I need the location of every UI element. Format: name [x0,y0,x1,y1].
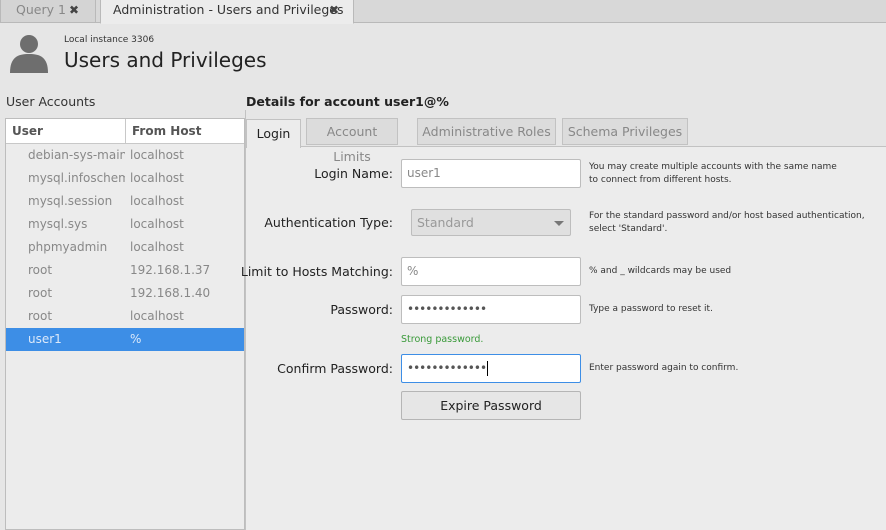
close-icon[interactable]: ✖ [329,0,339,20]
account-row[interactable]: mysql.session localhost [6,190,244,213]
account-host: localhost [130,171,184,185]
expire-password-button[interactable]: Expire Password [401,391,581,420]
auth-type-label: Authentication Type: [264,215,393,230]
tab-administration-users[interactable]: Administration - Users and Privileges ✖ [100,0,354,24]
account-host: % [130,332,142,346]
confirm-password-value: ••••••••••••• [407,361,487,375]
tab-query-1[interactable]: Query 1 ✖ [0,0,96,23]
account-row-selected[interactable]: user1% [6,328,244,351]
password-help: Type a password to reset it. [589,304,713,314]
confirm-password-help: Enter password again to confirm. [589,363,739,373]
auth-type-select[interactable]: Standard [411,209,571,236]
editor-tabbar: Query 1 ✖ Administration - Users and Pri… [0,0,886,24]
login-name-label: Login Name: [314,166,393,181]
password-strength: Strong password. [401,334,484,345]
account-row[interactable]: mysql.sys localhost [6,213,244,236]
confirm-password-label: Confirm Password: [277,361,393,376]
user-accounts-label: User Accounts [6,94,96,109]
hosts-help: % and _ wildcards may be used [589,266,732,276]
user-accounts-list[interactable]: User From Host debian-sys-maint localhost… [5,118,245,530]
account-user: mysql.infoschema [28,171,125,185]
account-user: debian-sys-maint [28,148,125,162]
account-user: root [28,286,53,300]
account-user: phpmyadmin [28,240,108,254]
auth-type-value: Standard [417,215,474,230]
text-caret [487,361,489,376]
user-accounts-header: User From Host [6,119,244,144]
login-name-help: You may create multiple accounts with th… [589,161,837,187]
login-name-help-line2: to connect from different hosts. [589,175,732,185]
tab-schema-privileges[interactable]: Schema Privileges [562,118,688,145]
account-details-title: Details for account user1@% [246,94,449,109]
account-host: localhost [130,217,184,231]
account-user: mysql.session [28,194,113,208]
account-host: 192.168.1.37 [130,263,211,277]
account-user: mysql.sys [28,217,88,231]
account-row[interactable]: root localhost [6,305,244,328]
account-row[interactable]: root 192.168.1.37 [6,259,244,282]
account-row[interactable]: mysql.infoschema localhost [6,167,244,190]
account-host: localhost [130,309,184,323]
details-tabs: Login Account Limits Administrative Role… [246,118,886,164]
account-user: root [28,263,53,277]
instance-label: Local instance 3306 [64,35,155,45]
chevron-down-icon [554,221,564,226]
tab-login[interactable]: Login [246,119,301,148]
tab-query-1-label: Query 1 [16,2,66,17]
password-label: Password: [330,302,393,317]
login-name-input[interactable]: user1 [401,159,581,188]
account-row[interactable]: debian-sys-maint localhost [6,144,244,167]
account-host: localhost [130,240,184,254]
account-host: localhost [130,148,184,162]
column-divider[interactable] [125,119,126,143]
tab-administrative-roles[interactable]: Administrative Roles [417,118,556,145]
account-user: root [28,309,53,323]
account-host: localhost [130,194,184,208]
login-tab-content [246,147,886,530]
account-row[interactable]: phpmyadmin localhost [6,236,244,259]
account-row[interactable]: root 192.168.1.40 [6,282,244,305]
hosts-input[interactable]: % [401,257,581,286]
auth-type-help: For the standard password and/or host ba… [589,210,865,236]
auth-type-help-line1: For the standard password and/or host ba… [589,211,865,221]
tab-administration-label: Administration - Users and Privileges [113,2,344,17]
close-icon[interactable]: ✖ [69,0,79,20]
user-avatar-icon [10,35,48,73]
column-header-user[interactable]: User [12,124,43,138]
hosts-label: Limit to Hosts Matching: [240,264,393,279]
password-input[interactable]: ••••••••••••• [401,295,581,324]
account-host: 192.168.1.40 [130,286,211,300]
page-title: Users and Privileges [64,48,267,72]
account-user: user1 [28,332,62,346]
tab-account-limits[interactable]: Account Limits [306,118,398,164]
login-name-help-line1: You may create multiple accounts with th… [589,162,837,172]
auth-type-help-line2: select 'Standard'. [589,224,668,234]
confirm-password-input[interactable]: ••••••••••••• [401,354,581,383]
column-header-from-host[interactable]: From Host [132,124,201,138]
